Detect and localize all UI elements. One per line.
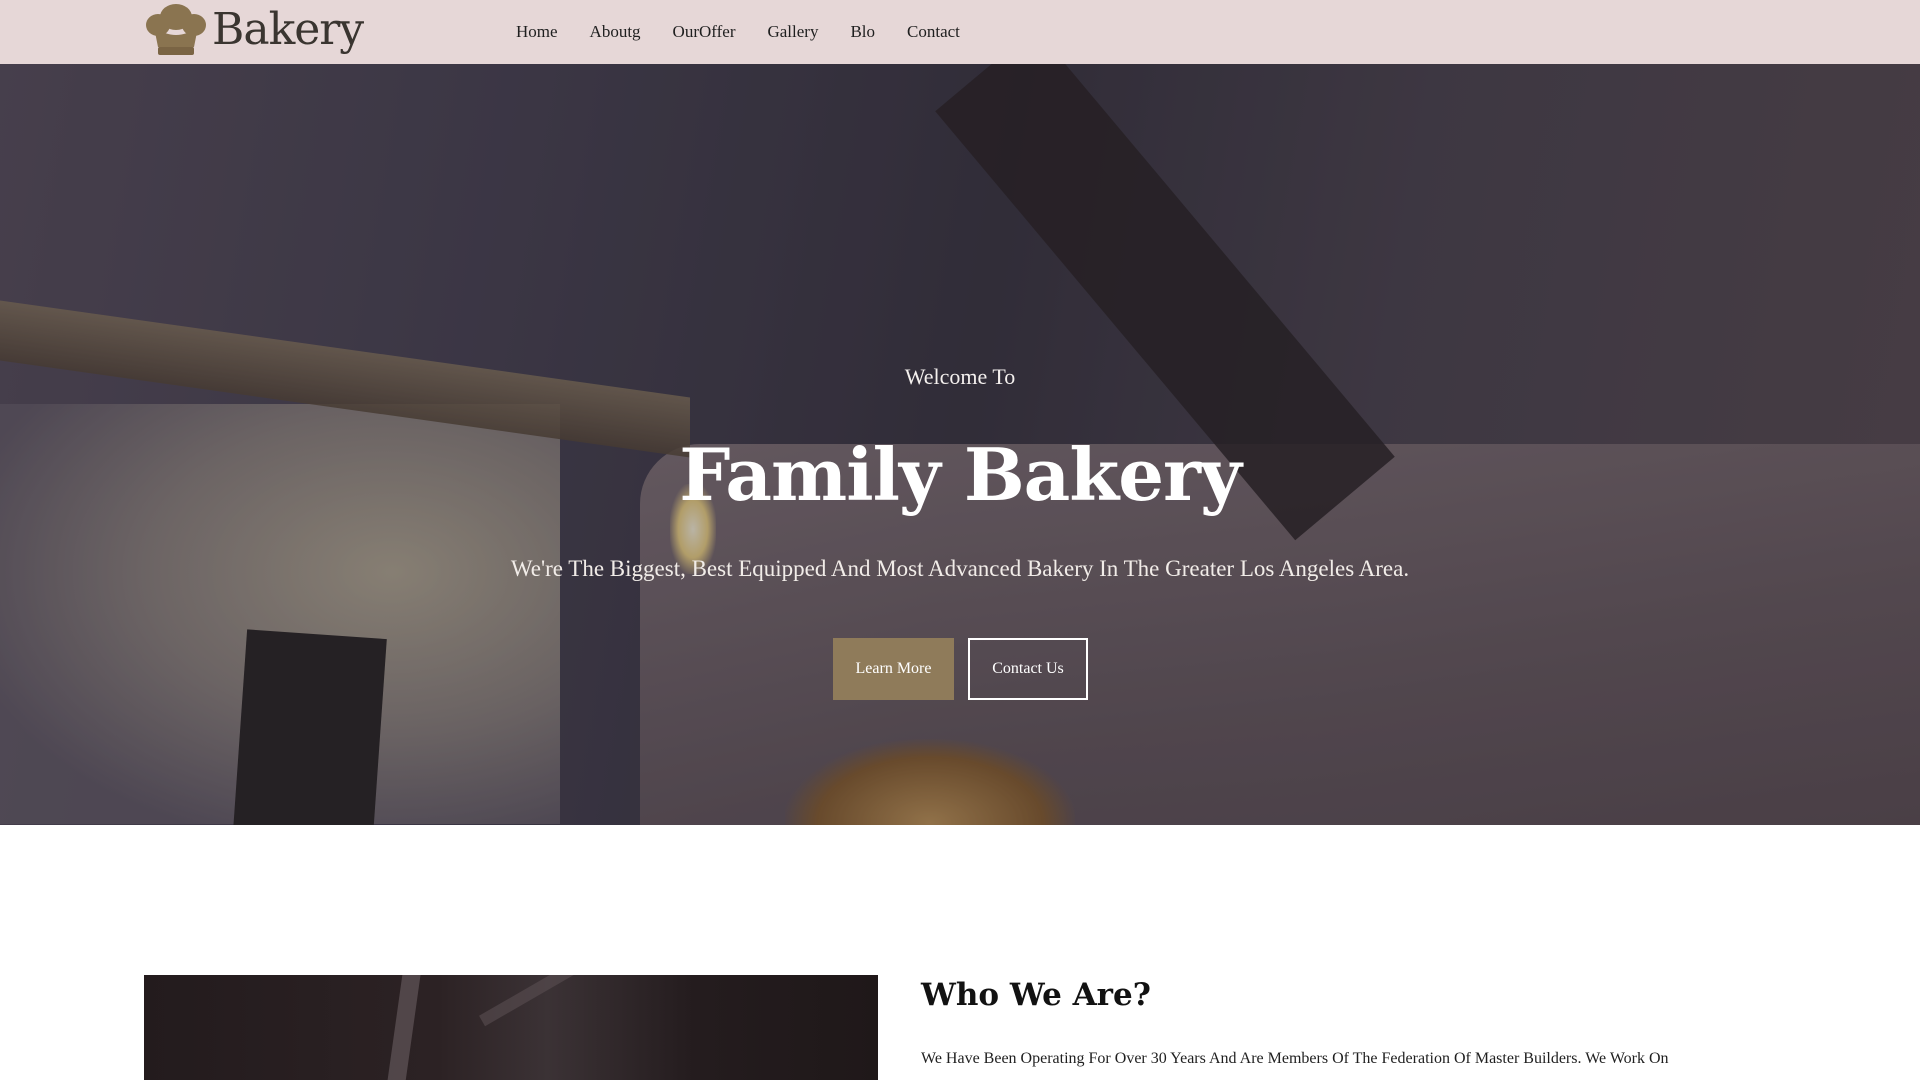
chef-hat-icon — [146, 4, 206, 55]
hero-buttons: Learn More Contact Us — [833, 638, 1088, 700]
nav-gallery[interactable]: Gallery — [767, 22, 818, 42]
about-text: We Have Been Operating For Over 30 Years… — [921, 1050, 1669, 1067]
learn-more-button[interactable]: Learn More — [833, 638, 954, 700]
hero-title: Family Bakery — [679, 432, 1242, 517]
hero-section: Welcome To Family Bakery We're The Bigge… — [0, 64, 1920, 825]
about-image-detail — [382, 975, 424, 1080]
hero-subtitle: We're The Biggest, Best Equipped And Mos… — [510, 556, 1410, 581]
nav-contact[interactable]: Contact — [907, 22, 960, 42]
hero-content: Welcome To Family Bakery We're The Bigge… — [0, 64, 1920, 825]
contact-us-button[interactable]: Contact Us — [968, 638, 1088, 700]
nav-home[interactable]: Home — [516, 22, 558, 42]
about-image — [144, 975, 878, 1080]
site-header: Bakery Home Aboutg OurOffer Gallery Blo … — [0, 0, 1920, 64]
about-image-detail — [479, 975, 589, 1027]
logo-text: Bakery — [212, 4, 364, 55]
main-nav: Home Aboutg OurOffer Gallery Blo Contact — [500, 0, 976, 64]
logo[interactable]: Bakery — [144, 2, 364, 58]
nav-about[interactable]: Aboutg — [590, 22, 641, 42]
nav-our-offer[interactable]: OurOffer — [673, 22, 736, 42]
about-title: Who We Are? — [921, 977, 1151, 1013]
nav-blog[interactable]: Blo — [850, 22, 875, 42]
hero-eyebrow: Welcome To — [904, 364, 1016, 389]
